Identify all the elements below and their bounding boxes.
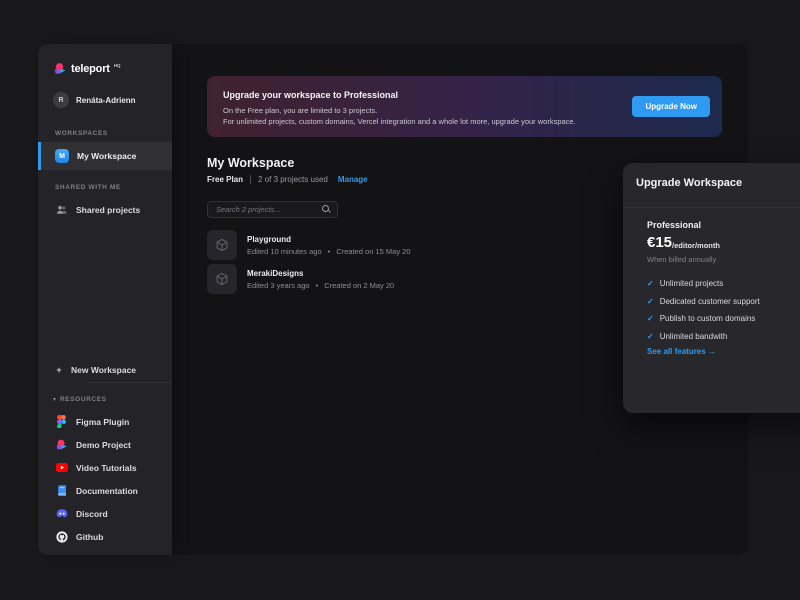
teleport-mini-icon [55, 439, 68, 451]
people-icon [55, 205, 68, 215]
resource-label: Discord [76, 508, 108, 519]
dot-separator: • [327, 246, 331, 256]
resource-label: Documentation [76, 485, 138, 496]
sidebar: teleport HQ R Renáta-Adrienn WORKSPACES … [38, 44, 172, 555]
resource-label: Github [76, 531, 104, 542]
resources-section-label: RESOURCES [60, 396, 107, 403]
logo-suffix: HQ [113, 63, 121, 68]
plan-badge: Free Plan [207, 175, 244, 184]
app-logo[interactable]: teleport HQ [54, 61, 121, 77]
user-name: Renáta-Adrienn [76, 95, 136, 105]
resource-label: Demo Project [76, 439, 131, 450]
sidebar-divider [88, 382, 172, 383]
feature-label: Dedicated customer support [659, 296, 760, 306]
project-cube-icon [207, 264, 237, 294]
feature-label: Publish to custom domains [659, 314, 756, 324]
page-title: My Workspace [207, 156, 295, 170]
github-icon [55, 530, 68, 543]
feature-item: ✓ Dedicated customer support [647, 293, 760, 311]
check-icon: ✓ [647, 314, 654, 324]
feature-label: Unlimited projects [659, 279, 724, 289]
upgrade-banner: Upgrade your workspace to Professional O… [207, 76, 722, 137]
manage-link[interactable]: Manage [338, 175, 368, 184]
project-search[interactable] [207, 201, 338, 218]
teleport-logo-icon [54, 61, 67, 77]
resource-label: Figma Plugin [76, 416, 130, 427]
project-row-playground[interactable]: Playground Edited 10 minutes ago • Creat… [207, 229, 567, 261]
sidebar-item-documentation[interactable]: Documentation [38, 479, 172, 502]
resources-section-toggle[interactable]: ▾ RESOURCES [53, 396, 107, 403]
project-edited: Edited 10 minutes ago [247, 246, 322, 256]
banner-line2: For unlimited projects, custom domains, … [223, 117, 576, 126]
panel-plan-name: Professional [647, 220, 702, 230]
features-column-left: ✓ Unlimited projects ✓ Dedicated custome… [647, 275, 760, 345]
sidebar-item-video-tutorials[interactable]: Video Tutorials [38, 456, 172, 479]
sidebar-item-demo-project[interactable]: Demo Project [38, 433, 172, 456]
projects-usage: 2 of 3 projects used [258, 175, 328, 184]
resource-label: Video Tutorials [76, 462, 137, 473]
project-created: Created on 15 May 20 [336, 246, 411, 256]
check-icon: ✓ [647, 296, 654, 306]
feature-item: ✓ Unlimited bandwith [647, 328, 760, 346]
sidebar-item-discord[interactable]: Discord [38, 502, 172, 525]
price-suffix: /editor/month [672, 241, 720, 250]
feature-item: ✓ Unlimited projects [647, 275, 760, 293]
logo-wordmark: teleport [71, 63, 110, 75]
user-account[interactable]: R Renáta-Adrienn [53, 92, 136, 108]
youtube-icon [55, 463, 68, 472]
user-avatar: R [53, 92, 69, 108]
project-edited: Edited 3 years ago [247, 280, 310, 290]
project-row-merakidesigns[interactable]: MerakiDesigns Edited 3 years ago • Creat… [207, 263, 567, 295]
sidebar-item-github[interactable]: Github [38, 525, 172, 548]
plus-icon: + [56, 364, 62, 375]
project-name: MerakiDesigns [247, 268, 304, 278]
panel-divider [623, 207, 800, 208]
workspace-label: My Workspace [77, 151, 137, 161]
new-workspace-button[interactable]: + New Workspace [38, 358, 189, 381]
caret-down-icon: ▾ [53, 397, 57, 403]
see-all-features-link[interactable]: See all features → [647, 347, 716, 356]
search-input[interactable] [208, 205, 322, 214]
project-created: Created on 2 May 20 [324, 280, 395, 290]
banner-title: Upgrade your workspace to Professional [223, 90, 399, 100]
figma-icon [55, 415, 68, 428]
discord-icon [55, 509, 68, 518]
search-icon [322, 205, 331, 214]
shared-section-label: SHARED WITH ME [55, 184, 121, 191]
banner-line1: On the Free plan, you are limited to 3 p… [223, 106, 378, 115]
check-icon: ✓ [647, 279, 654, 289]
workspace-avatar: M [55, 149, 69, 163]
feature-label: Unlimited bandwith [659, 331, 728, 341]
sidebar-item-my-workspace[interactable]: M My Workspace [38, 142, 172, 170]
sidebar-item-shared-projects[interactable]: Shared projects [38, 198, 172, 221]
documentation-icon [55, 485, 68, 496]
price-amount: €15 [647, 234, 673, 251]
active-indicator-bar [38, 142, 41, 170]
upgrade-workspace-panel: Upgrade Workspace Professional €15 /edit… [623, 163, 800, 413]
panel-title: Upgrade Workspace [636, 177, 743, 189]
price-row: €15 /editor/month [647, 235, 720, 251]
project-meta: Edited 3 years ago • Created on 2 May 20 [247, 281, 394, 290]
plan-divider [250, 175, 252, 184]
upgrade-now-button[interactable]: Upgrade Now [632, 96, 710, 117]
dot-separator: • [315, 280, 319, 290]
shared-projects-label: Shared projects [76, 204, 141, 215]
project-cube-icon [207, 230, 237, 260]
resources-list: Figma Plugin Demo Project Video Tutorial… [38, 410, 172, 548]
feature-item: ✓ Publish to custom domains [647, 310, 760, 328]
workspaces-section-label: WORKSPACES [55, 130, 108, 137]
check-icon: ✓ [647, 331, 654, 341]
billing-note: When billed annually [647, 255, 717, 264]
project-name: Playground [247, 234, 292, 244]
project-meta: Edited 10 minutes ago • Created on 15 Ma… [247, 247, 411, 256]
new-workspace-label: New Workspace [71, 364, 137, 375]
sidebar-item-figma-plugin[interactable]: Figma Plugin [38, 410, 172, 433]
plan-row: Free Plan 2 of 3 projects used Manage [207, 175, 368, 184]
